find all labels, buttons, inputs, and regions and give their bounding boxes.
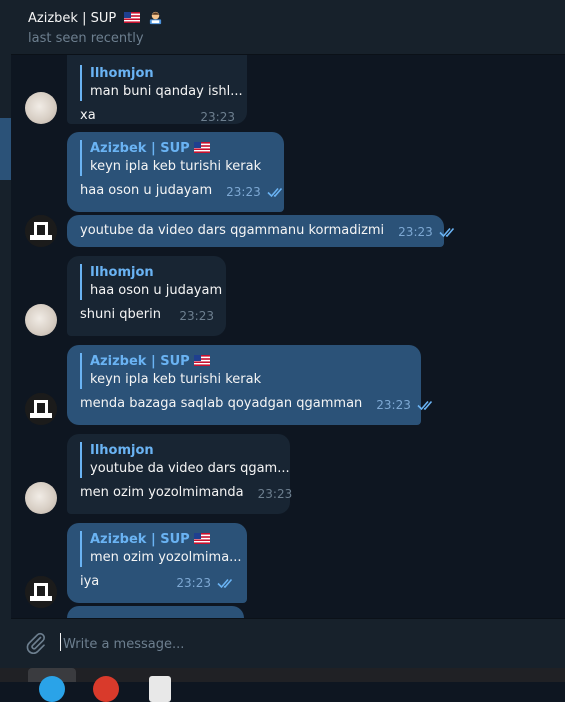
files-app-icon[interactable]	[149, 676, 171, 702]
message-bubble[interactable]: Azizbek | SUP men ozim yozolmima... iya …	[67, 523, 247, 603]
message-text: iya	[80, 574, 100, 589]
double-check-icon	[417, 400, 432, 411]
reply-author: Azizbek | SUP	[90, 531, 235, 549]
message-text: xa	[80, 108, 96, 123]
message-time: 23:23	[398, 225, 433, 239]
message-time: 23:23	[257, 487, 293, 501]
reply-text: youtube da video dars qgam...	[90, 461, 290, 476]
message-time: 23:23	[200, 110, 235, 124]
reply-quote[interactable]: Ilhomjon haa oson u judayam	[80, 264, 223, 300]
message-text: men ozim yozolmimanda	[80, 485, 244, 500]
reply-quote[interactable]: Azizbek | SUP men ozim yozolmima...	[80, 531, 242, 567]
message-time: 23:23	[179, 309, 214, 323]
us-flag-icon	[124, 12, 141, 23]
message-bubble[interactable]: Azizbek | SUP keyn ipla keb turishi kera…	[67, 345, 432, 425]
reply-text: haa oson u judayam	[90, 283, 223, 298]
reply-quote[interactable]: Azizbek | SUP keyn ipla keb turishi kera…	[80, 140, 272, 176]
message-time: 23:23	[176, 576, 211, 590]
avatar-image	[25, 576, 57, 608]
avatar-image	[25, 393, 57, 425]
avatar[interactable]	[25, 92, 57, 124]
message-text: haa oson u judayam	[80, 183, 213, 198]
reply-text: keyn ipla keb turishi kerak	[90, 159, 262, 174]
reply-quote[interactable]: Ilhomjon man buni qanday ishl...	[80, 65, 243, 101]
double-check-icon	[267, 187, 282, 198]
left-panel-selection	[0, 118, 11, 180]
us-flag-icon	[193, 355, 210, 366]
us-flag-icon	[193, 142, 210, 153]
message-bubble[interactable]: Azizbek | SUP keyn ipla keb turishi kera…	[67, 132, 284, 212]
message-bubble[interactable]: Ilhomjon man buni qanday ishl... xa 23:2…	[67, 55, 247, 124]
message-time: 23:23	[226, 185, 261, 199]
reply-author: Ilhomjon	[90, 265, 154, 280]
paperclip-icon[interactable]	[24, 631, 48, 655]
reply-author: Ilhomjon	[90, 443, 154, 458]
left-panel-edge	[0, 0, 11, 682]
chat-title[interactable]: Azizbek | SUP	[28, 10, 163, 26]
chat-status: last seen recently	[28, 31, 144, 46]
chat-header[interactable]: Azizbek | SUP last seen recently	[11, 0, 565, 55]
reply-text: keyn ipla keb turishi kerak	[90, 372, 262, 387]
message-composer	[11, 618, 565, 668]
avatar-image	[25, 215, 57, 247]
reply-text: man buni qanday ishl...	[90, 84, 243, 99]
avatar[interactable]	[25, 482, 57, 514]
browser-app-icon[interactable]	[93, 676, 119, 702]
reply-text: men ozim yozolmima...	[90, 550, 242, 565]
reply-author: Azizbek | SUP	[90, 140, 272, 158]
message-bubble[interactable]: Ilhomjon youtube da video dars qgam... m…	[67, 434, 293, 514]
chat-title-text: Azizbek | SUP	[28, 11, 117, 26]
double-check-icon	[439, 227, 454, 238]
message-time: 23:23	[376, 398, 411, 412]
message-text: menda bazaga saqlab qoyadgan qgamman	[80, 396, 363, 411]
reply-author: Azizbek | SUP	[90, 353, 409, 371]
double-check-icon	[217, 578, 233, 589]
reply-author: Ilhomjon	[90, 66, 154, 81]
telegram-app-icon[interactable]	[39, 676, 65, 702]
avatar[interactable]	[25, 215, 57, 247]
reply-quote[interactable]: Azizbek | SUP keyn ipla keb turishi kera…	[80, 353, 409, 389]
message-bubble[interactable]: Ilhomjon haa oson u judayam shuni qberin…	[67, 256, 226, 336]
reply-quote[interactable]: Ilhomjon youtube da video dars qgam...	[80, 442, 290, 478]
teacher-emoji-icon	[150, 11, 162, 25]
avatar[interactable]	[25, 393, 57, 425]
message-text: youtube da video dars qgammanu kormadizm…	[80, 223, 385, 238]
message-text: shuni qberin	[80, 307, 161, 322]
avatar[interactable]	[25, 576, 57, 608]
message-bubble-partial[interactable]	[67, 606, 244, 618]
message-list[interactable]: Ilhomjon man buni qanday ishl... xa 23:2…	[11, 55, 565, 618]
message-input[interactable]	[61, 631, 545, 657]
os-taskbar	[0, 668, 565, 702]
avatar[interactable]	[25, 304, 57, 336]
us-flag-icon	[193, 533, 210, 544]
message-bubble[interactable]: youtube da video dars qgammanu kormadizm…	[67, 215, 454, 247]
